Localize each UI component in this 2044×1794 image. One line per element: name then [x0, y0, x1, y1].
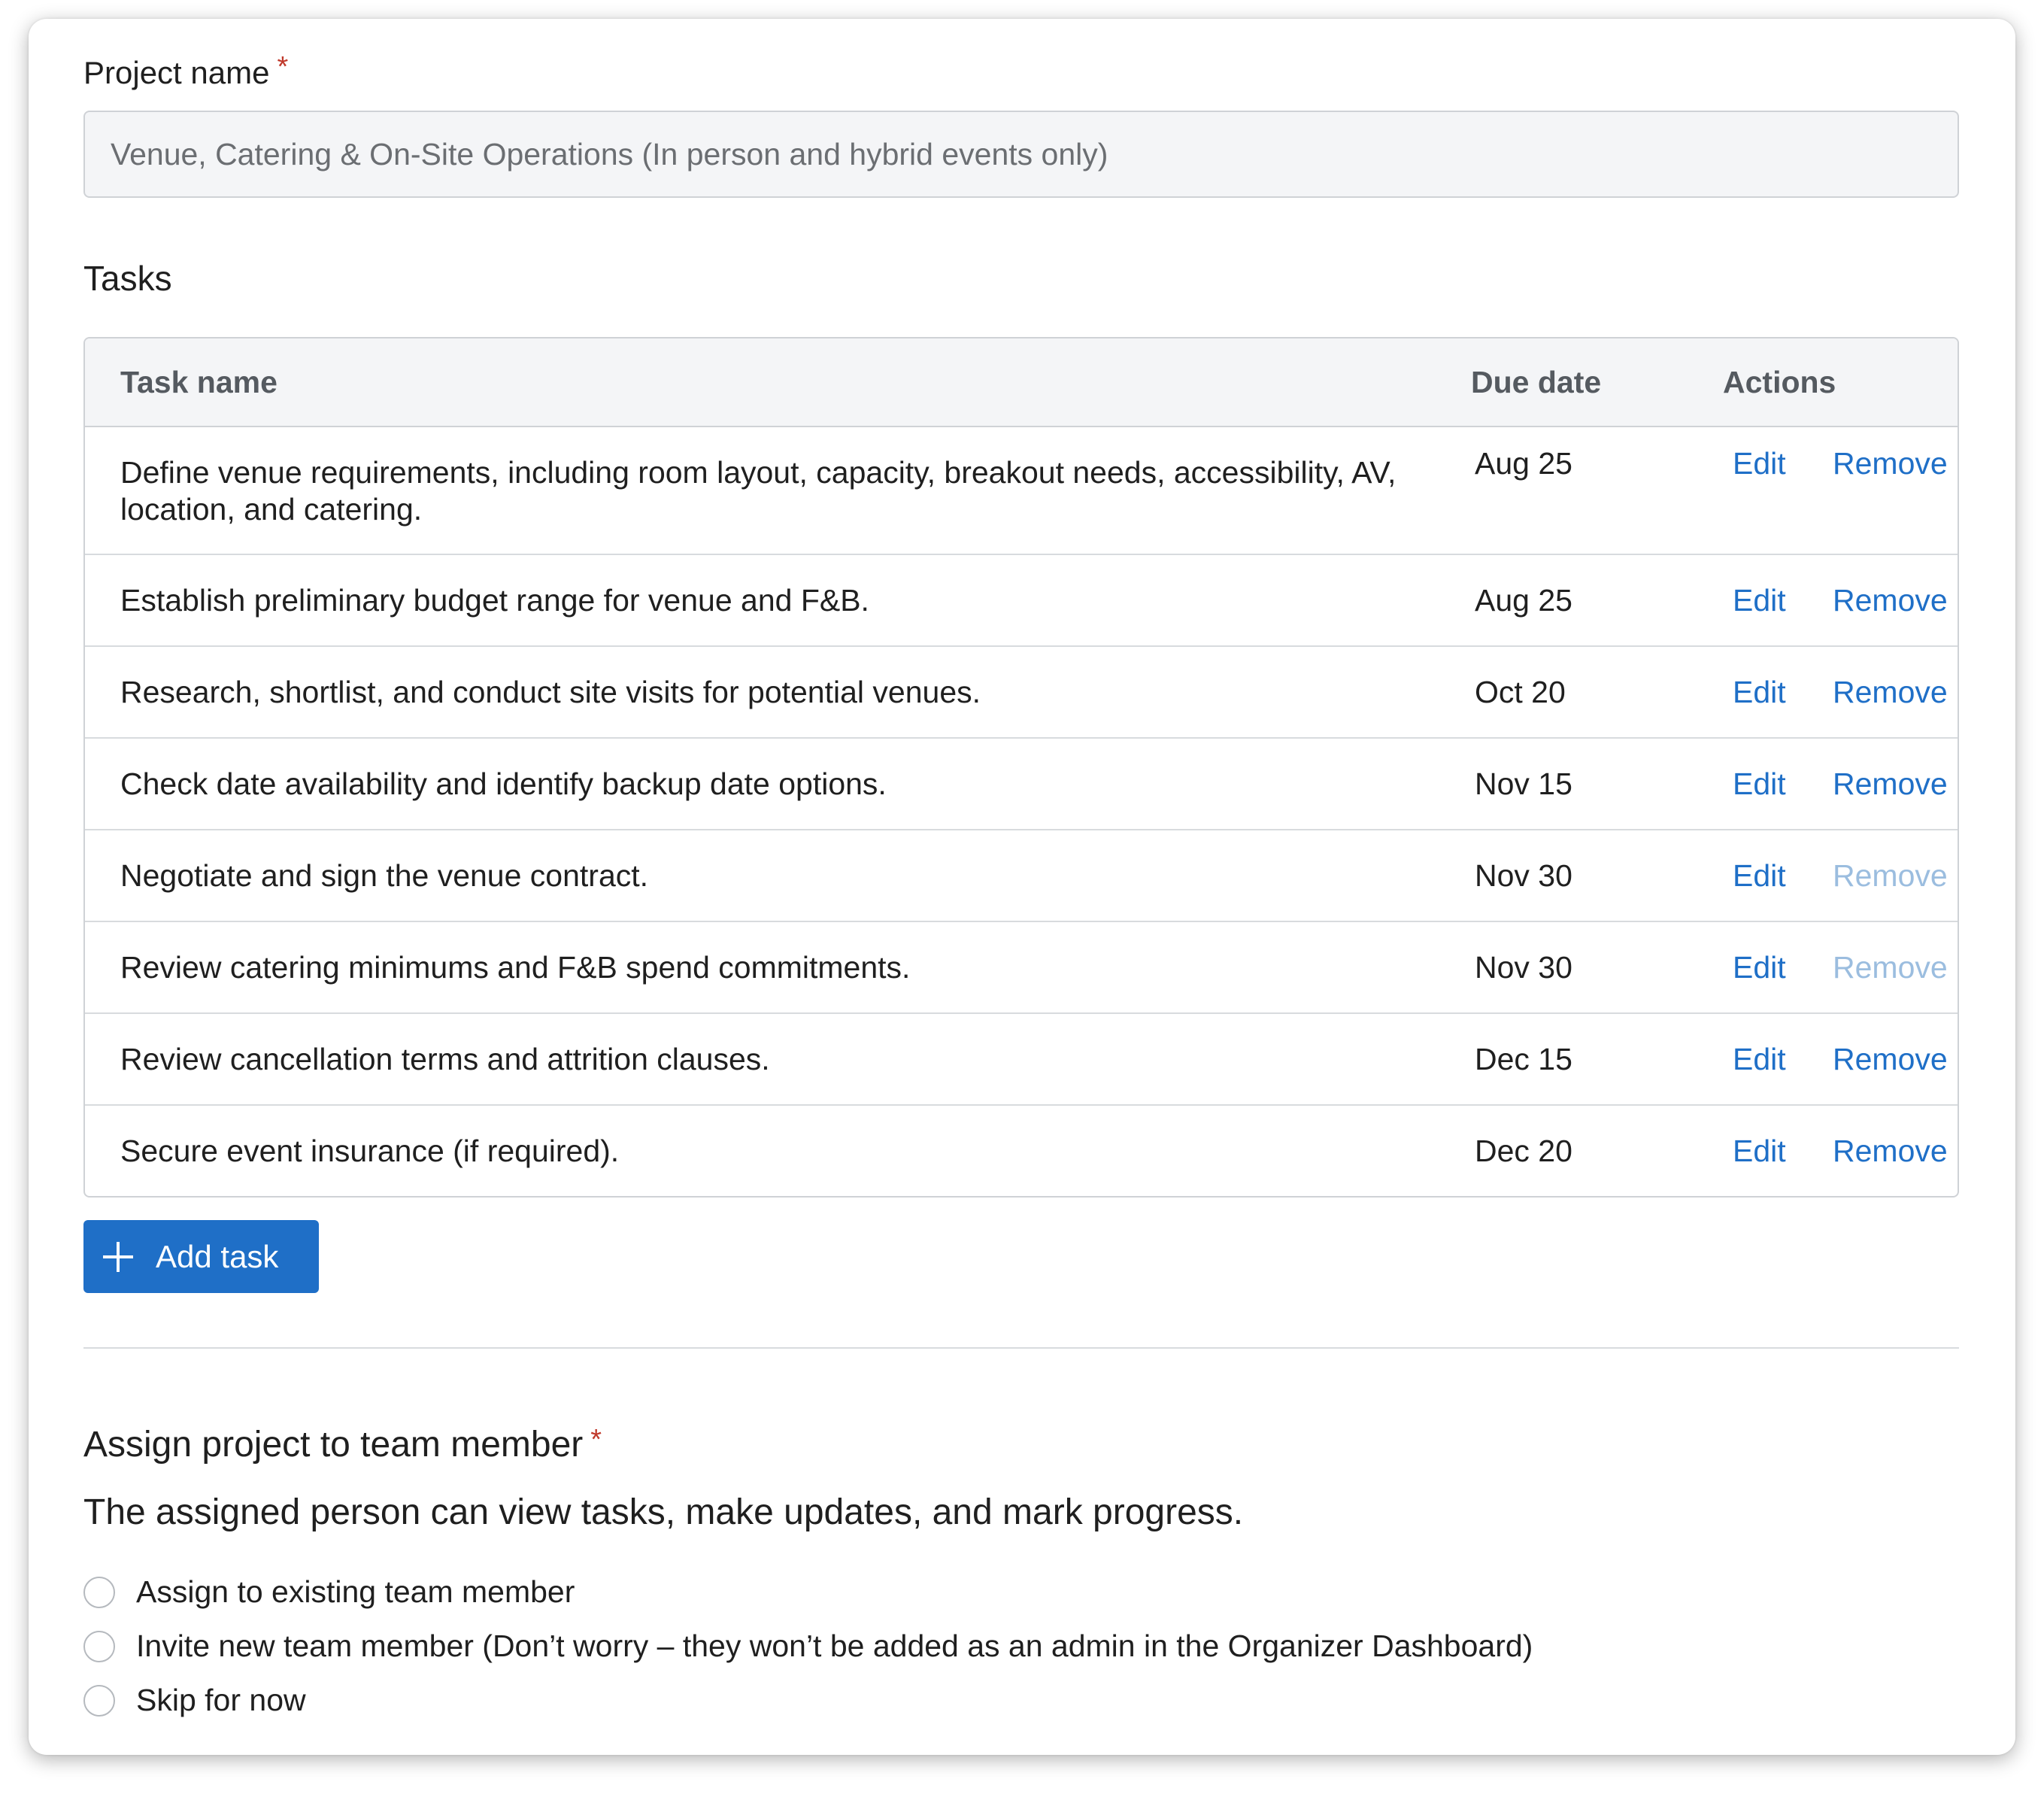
table-row: Research, shortlist, and conduct site vi…	[85, 647, 1958, 739]
edit-task-link[interactable]: Edit	[1733, 647, 1786, 737]
tasks-heading: Tasks	[83, 259, 172, 298]
radio-label: Invite new team member (Don’t worry – th…	[136, 1629, 1533, 1663]
task-name-cell: Check date availability and identify bac…	[120, 766, 887, 801]
radio-label: Assign to existing team member	[136, 1574, 575, 1609]
remove-task-link[interactable]: Remove	[1833, 418, 1948, 508]
assign-description: The assigned person can view tasks, make…	[83, 1492, 1244, 1532]
column-header-due-date: Due date	[1471, 365, 1602, 399]
radio-button[interactable]	[83, 1576, 115, 1608]
table-row: Negotiate and sign the venue contract. N…	[85, 830, 1958, 922]
due-date-cell: Nov 15	[1475, 766, 1572, 801]
edit-task-link[interactable]: Edit	[1733, 1106, 1786, 1196]
task-name-cell: Review catering minimums and F&B spend c…	[120, 949, 911, 985]
radio-button[interactable]	[83, 1630, 115, 1662]
tasks-table: Task name Due date Actions Define venue …	[83, 337, 1959, 1198]
edit-task-link[interactable]: Edit	[1733, 739, 1786, 829]
remove-task-link[interactable]: Remove	[1833, 647, 1948, 737]
table-row: Define venue requirements, including roo…	[85, 427, 1958, 555]
project-name-label-text: Project name	[83, 55, 270, 90]
remove-task-link[interactable]: Remove	[1833, 555, 1948, 645]
radio-label: Skip for now	[136, 1683, 306, 1717]
assign-heading: Assign project to team member *	[83, 1424, 602, 1465]
radio-button[interactable]	[83, 1684, 115, 1717]
plus-icon	[103, 1241, 133, 1272]
edit-task-link[interactable]: Edit	[1733, 830, 1786, 921]
edit-task-link[interactable]: Edit	[1733, 1014, 1786, 1104]
project-name-input[interactable]: Venue, Catering & On-Site Operations (In…	[83, 111, 1959, 198]
task-name-cell: Define venue requirements, including roo…	[120, 455, 1397, 527]
remove-task-link-disabled: Remove	[1833, 858, 1948, 893]
section-divider	[83, 1347, 1959, 1349]
edit-task-link[interactable]: Edit	[1733, 922, 1786, 1012]
table-row: Establish preliminary budget range for v…	[85, 555, 1958, 647]
task-name-cell: Establish preliminary budget range for v…	[120, 582, 869, 618]
table-row: Check date availability and identify bac…	[85, 739, 1958, 830]
column-header-actions: Actions	[1723, 365, 1836, 399]
task-name-cell: Secure event insurance (if required).	[120, 1133, 620, 1168]
project-name-label: Project name *	[83, 51, 288, 91]
remove-task-link[interactable]: Remove	[1833, 1106, 1948, 1196]
due-date-cell: Nov 30	[1475, 950, 1572, 985]
radio-option-invite-member[interactable]: Invite new team member (Don’t worry – th…	[83, 1629, 1533, 1664]
required-asterisk: *	[277, 51, 289, 83]
add-task-button[interactable]: Add task	[83, 1220, 319, 1293]
add-task-label: Add task	[156, 1238, 279, 1274]
remove-task-link[interactable]: Remove	[1833, 739, 1948, 829]
tasks-table-header: Task name Due date Actions	[85, 338, 1958, 427]
edit-task-link[interactable]: Edit	[1733, 418, 1786, 508]
due-date-cell: Nov 30	[1475, 858, 1572, 893]
radio-option-existing-member[interactable]: Assign to existing team member	[83, 1574, 575, 1610]
due-date-cell: Aug 25	[1475, 446, 1572, 481]
remove-task-link-disabled: Remove	[1833, 950, 1948, 985]
task-name-cell: Negotiate and sign the venue contract.	[120, 858, 649, 893]
table-row: Secure event insurance (if required). De…	[85, 1106, 1958, 1196]
due-date-cell: Dec 20	[1475, 1134, 1572, 1168]
due-date-cell: Aug 25	[1475, 583, 1572, 618]
task-name-cell: Review cancellation terms and attrition …	[120, 1041, 770, 1076]
due-date-cell: Oct 20	[1475, 675, 1566, 709]
project-form-card: Project name * Venue, Catering & On-Site …	[29, 19, 2015, 1755]
task-name-cell: Research, shortlist, and conduct site vi…	[120, 674, 981, 709]
table-row: Review cancellation terms and attrition …	[85, 1014, 1958, 1106]
radio-option-skip[interactable]: Skip for now	[83, 1683, 306, 1718]
required-asterisk: *	[590, 1424, 602, 1456]
column-header-task-name: Task name	[120, 365, 277, 399]
assign-heading-text: Assign project to team member	[83, 1425, 584, 1465]
remove-task-link[interactable]: Remove	[1833, 1014, 1948, 1104]
table-row: Review catering minimums and F&B spend c…	[85, 922, 1958, 1014]
due-date-cell: Dec 15	[1475, 1042, 1572, 1076]
edit-task-link[interactable]: Edit	[1733, 555, 1786, 645]
